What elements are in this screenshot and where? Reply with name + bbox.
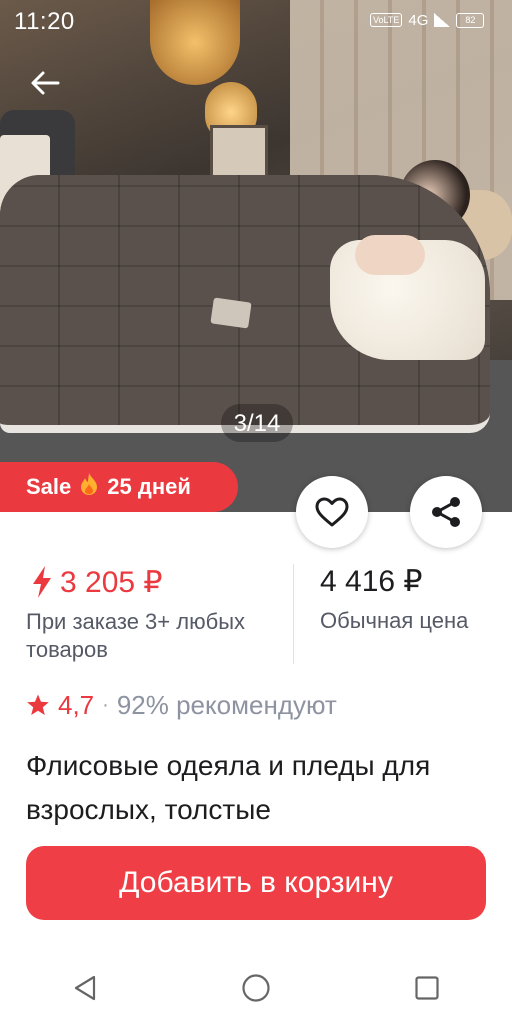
share-button[interactable] [410,476,482,548]
volte-icon: VoLTE [370,13,403,27]
heart-icon [315,497,349,527]
sale-price: 3 205 ₽ [30,564,163,600]
add-to-cart-button[interactable]: Добавить в корзину [26,846,486,920]
image-blanket-tag [210,297,252,329]
sale-badge: Sale 25 дней [0,462,238,512]
circle-home-icon [242,974,270,1002]
gallery-counter: 3/14 [221,404,293,442]
status-icons: VoLTE 4G 82 [370,10,485,30]
regular-price-note: Обычная цена [320,608,469,633]
sale-label: Sale [26,474,72,499]
battery-icon: 82 [456,12,485,28]
fire-icon [79,472,99,502]
status-time: 11:20 [14,8,75,35]
sale-price-value: 3 205 ₽ [60,565,163,599]
back-button[interactable] [28,66,62,100]
share-icon [432,497,460,527]
network-type: 4G [408,11,429,29]
rating-row[interactable]: 4,7 · 92% рекомендуют [26,688,337,722]
arrow-left-icon [31,71,60,95]
sale-days: 25 дней [107,474,191,499]
signal-icon [434,13,451,27]
regular-price-value: 4 416 ₽ [320,565,423,598]
image-person-arm [355,235,425,275]
price-divider [293,564,294,664]
system-navigation-bar [0,952,512,1024]
sale-price-note: При заказе 3+ любых товаров [26,609,246,662]
image-lamp [150,0,240,85]
triangle-back-icon [75,975,96,1001]
product-title: Флисовые одеяла и пледы для взрослых, то… [26,750,431,825]
favorite-button[interactable] [296,476,368,548]
recommend-percent: 92% рекомендуют [116,689,337,720]
nav-recents-button[interactable] [397,958,457,1018]
nav-home-button[interactable] [226,958,286,1018]
nav-back-button[interactable] [55,958,115,1018]
square-recents-icon [415,976,439,1000]
rating-separator: · [102,693,109,716]
lightning-icon [33,566,51,598]
star-icon [27,694,49,715]
rating-value: 4,7 [58,689,95,720]
